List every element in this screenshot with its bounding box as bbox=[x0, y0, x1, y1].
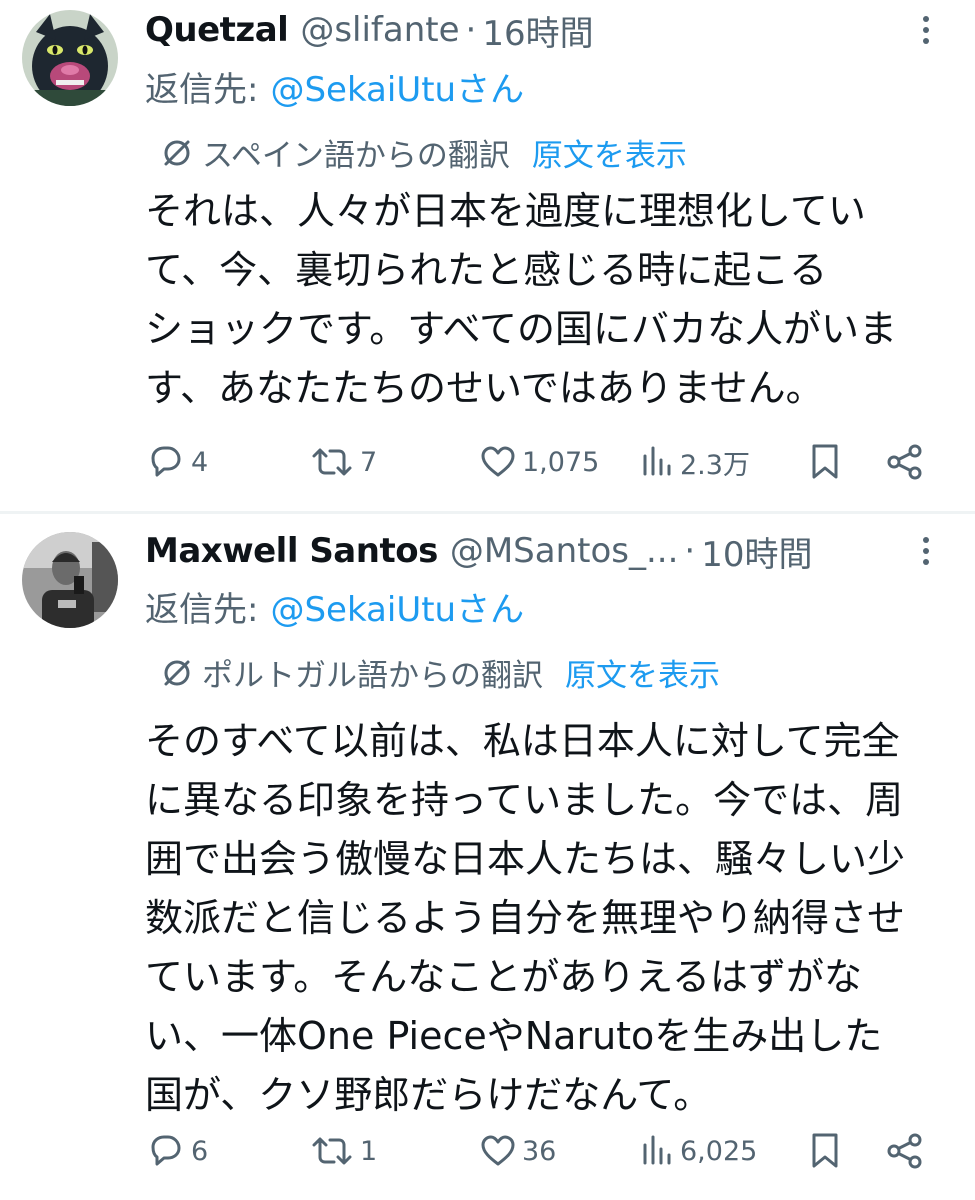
tweet-text-line: に異なる印象を持っていました。今では、周 bbox=[145, 778, 904, 822]
share-button[interactable] bbox=[885, 1126, 925, 1176]
share-button[interactable] bbox=[885, 437, 925, 487]
user-handle[interactable]: @MSantos_... bbox=[450, 531, 679, 571]
tweet-header: Maxwell Santos @MSantos_... · 10時間 bbox=[145, 526, 955, 576]
bookmark-icon bbox=[812, 1133, 838, 1168]
views-button[interactable]: 2.3万 bbox=[640, 437, 750, 487]
retweet-icon bbox=[312, 448, 352, 476]
tweet-text-line: 国が、クソ野郎だらけだなんて。 bbox=[145, 1073, 712, 1117]
panther-avatar-icon bbox=[22, 10, 118, 106]
tweet-text-line: て、今、裏切られたと感じる時に起こる bbox=[145, 248, 828, 292]
tweet-text-line: い、一体One PieceやNarutoを生み出した bbox=[145, 1014, 883, 1058]
reply-prefix: 返信先: bbox=[145, 70, 259, 110]
tweet-text-line: ショックです。すべての国にバカな人がいま bbox=[145, 307, 898, 351]
more-icon[interactable] bbox=[923, 526, 929, 576]
tweet-text: そのすべて以前は、私は日本人に対して完全 に異なる印象を持っていました。今では、… bbox=[145, 712, 945, 1125]
tweet-text-line: ています。そんなことがありえるはずがな bbox=[145, 955, 863, 999]
translation-notice: ポルトガル語からの翻訳 原文を表示 bbox=[160, 650, 720, 695]
retweet-count: 7 bbox=[360, 446, 378, 478]
tweet-text-line: そのすべて以前は、私は日本人に対して完全 bbox=[145, 719, 900, 763]
views-icon bbox=[643, 1135, 671, 1165]
avatar[interactable] bbox=[22, 532, 118, 628]
tweet[interactable]: Maxwell Santos @MSantos_... · 10時間 返信先: @… bbox=[0, 514, 975, 1200]
translation-label: スペイン語からの翻訳 bbox=[202, 138, 510, 174]
tweet-actions: 4 7 1,075 2.3万 bbox=[145, 437, 945, 487]
user-handle[interactable]: @slifante bbox=[300, 10, 459, 50]
like-button[interactable]: 36 bbox=[480, 1126, 556, 1176]
reply-icon bbox=[151, 1135, 181, 1166]
separator-dot: · bbox=[684, 531, 696, 571]
reply-mention-link[interactable]: @SekaiUtuさん bbox=[270, 590, 524, 630]
translate-icon bbox=[164, 140, 190, 165]
like-button[interactable]: 1,075 bbox=[480, 437, 599, 487]
like-count: 36 bbox=[522, 1135, 557, 1167]
timestamp[interactable]: 10時間 bbox=[701, 527, 812, 576]
person-photo-avatar-icon bbox=[22, 532, 118, 628]
reply-count: 4 bbox=[191, 446, 209, 478]
heart-icon bbox=[481, 1135, 515, 1166]
translate-icon bbox=[164, 660, 190, 685]
tweet-text-line: それは、人々が日本を過度に理想化してい bbox=[145, 189, 866, 233]
retweet-icon bbox=[312, 1137, 352, 1165]
reply-to: 返信先: @SekaiUtuさん bbox=[145, 62, 524, 111]
tweet-text: それは、人々が日本を過度に理想化してい て、今、裏切られたと感じる時に起こる シ… bbox=[145, 182, 945, 418]
retweet-button[interactable]: 1 bbox=[310, 1126, 377, 1176]
reply-count: 6 bbox=[191, 1135, 209, 1167]
reply-mention-link[interactable]: @SekaiUtuさん bbox=[270, 70, 524, 110]
bookmark-button[interactable] bbox=[810, 437, 840, 487]
tweet-text-line: 数派だと信じるよう自分を無理やり納得させ bbox=[145, 896, 906, 940]
avatar[interactable] bbox=[22, 10, 118, 106]
more-icon[interactable] bbox=[923, 5, 929, 55]
show-original-link[interactable]: 原文を表示 bbox=[565, 650, 720, 695]
reply-button[interactable]: 6 bbox=[145, 1126, 208, 1176]
tweet-text-line: す、あなたたちのせいではありません。 bbox=[145, 366, 824, 410]
views-icon bbox=[643, 446, 671, 476]
translation-notice: スペイン語からの翻訳 原文を表示 bbox=[160, 130, 687, 175]
show-original-link[interactable]: 原文を表示 bbox=[532, 130, 687, 175]
tweet-header: Quetzal @slifante · 16時間 bbox=[145, 5, 955, 55]
heart-icon bbox=[481, 446, 515, 477]
reply-to: 返信先: @SekaiUtuさん bbox=[145, 582, 524, 631]
display-name[interactable]: Maxwell Santos bbox=[145, 531, 438, 571]
timestamp[interactable]: 16時間 bbox=[482, 6, 593, 55]
translation-label: ポルトガル語からの翻訳 bbox=[202, 658, 543, 694]
tweet[interactable]: Quetzal @slifante · 16時間 返信先: @SekaiUtuさん… bbox=[0, 0, 975, 512]
display-name[interactable]: Quetzal bbox=[145, 10, 289, 50]
views-count: 2.3万 bbox=[680, 449, 750, 481]
reply-button[interactable]: 4 bbox=[145, 437, 208, 487]
reply-icon bbox=[151, 446, 181, 477]
views-count: 6,025 bbox=[680, 1135, 758, 1167]
views-button[interactable]: 6,025 bbox=[640, 1126, 757, 1176]
share-icon bbox=[887, 1133, 922, 1169]
tweet-text-line: 囲で出会う傲慢な日本人たちは、騒々しい少 bbox=[145, 837, 906, 881]
reply-prefix: 返信先: bbox=[145, 590, 259, 630]
bookmark-icon bbox=[812, 444, 838, 479]
separator-dot: · bbox=[465, 10, 477, 50]
like-count: 1,075 bbox=[522, 446, 600, 478]
bookmark-button[interactable] bbox=[810, 1126, 840, 1176]
share-icon bbox=[887, 444, 922, 480]
retweet-button[interactable]: 7 bbox=[310, 437, 377, 487]
tweet-actions: 6 1 36 6,025 bbox=[145, 1126, 945, 1176]
retweet-count: 1 bbox=[360, 1135, 378, 1167]
